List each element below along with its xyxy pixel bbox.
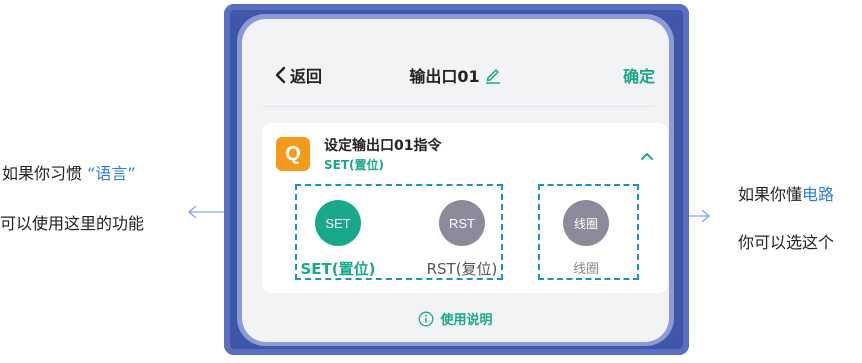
option-set-label: SET(置位) bbox=[300, 260, 376, 278]
rst-circle-icon: RST bbox=[439, 200, 485, 246]
option-set[interactable]: SET SET(置位) bbox=[298, 200, 378, 279]
app-screen: 返回 输出口01 确定 Q 设定输出口01指令 SET(置位) SET SET(… bbox=[242, 19, 669, 342]
q-output-icon: Q bbox=[276, 137, 310, 171]
left-annotation-prefix: 如果你习惯 bbox=[2, 164, 88, 183]
header-divider bbox=[262, 106, 655, 107]
option-coil[interactable]: 线圈 线圈 bbox=[546, 200, 626, 277]
left-annotation-line1: 如果你习惯 “语言” bbox=[2, 160, 136, 184]
page-title-wrap: 输出口01 bbox=[242, 63, 669, 87]
set-circle-icon: SET bbox=[315, 200, 361, 246]
card-title: 设定输出口01指令 bbox=[324, 138, 442, 154]
option-rst[interactable]: RST RST(复位) bbox=[417, 200, 507, 279]
left-annotation-highlight: “语言” bbox=[87, 164, 136, 183]
right-annotation-highlight: 电路 bbox=[802, 185, 835, 204]
right-annotation-prefix: 如果你懂 bbox=[738, 185, 803, 204]
chevron-up-icon[interactable] bbox=[640, 151, 654, 161]
option-coil-label: 线圈 bbox=[572, 262, 599, 277]
right-annotation-line2: 你可以选这个 bbox=[738, 233, 835, 252]
pencil-edit-icon[interactable] bbox=[484, 66, 502, 84]
info-icon bbox=[419, 311, 434, 326]
header-bar: 返回 输出口01 确定 bbox=[242, 19, 669, 111]
confirm-button[interactable]: 确定 bbox=[623, 63, 655, 87]
page-title: 输出口01 bbox=[409, 67, 480, 86]
right-annotation-line1: 如果你懂电路 bbox=[738, 181, 834, 205]
left-annotation-line2: 可以使用这里的功能 bbox=[0, 214, 145, 233]
help-label: 使用说明 bbox=[440, 313, 493, 328]
option-rst-label: RST(复位) bbox=[426, 260, 498, 278]
instruction-card: Q 设定输出口01指令 SET(置位) SET SET(置位) RST RST(… bbox=[262, 123, 668, 293]
device-frame: 返回 输出口01 确定 Q 设定输出口01指令 SET(置位) SET SET(… bbox=[224, 4, 689, 355]
coil-circle-icon: 线圈 bbox=[563, 200, 609, 246]
device-bezel: 返回 输出口01 确定 Q 设定输出口01指令 SET(置位) SET SET(… bbox=[237, 14, 674, 346]
help-link[interactable]: 使用说明 bbox=[242, 309, 669, 328]
card-subtitle: SET(置位) bbox=[324, 158, 384, 172]
